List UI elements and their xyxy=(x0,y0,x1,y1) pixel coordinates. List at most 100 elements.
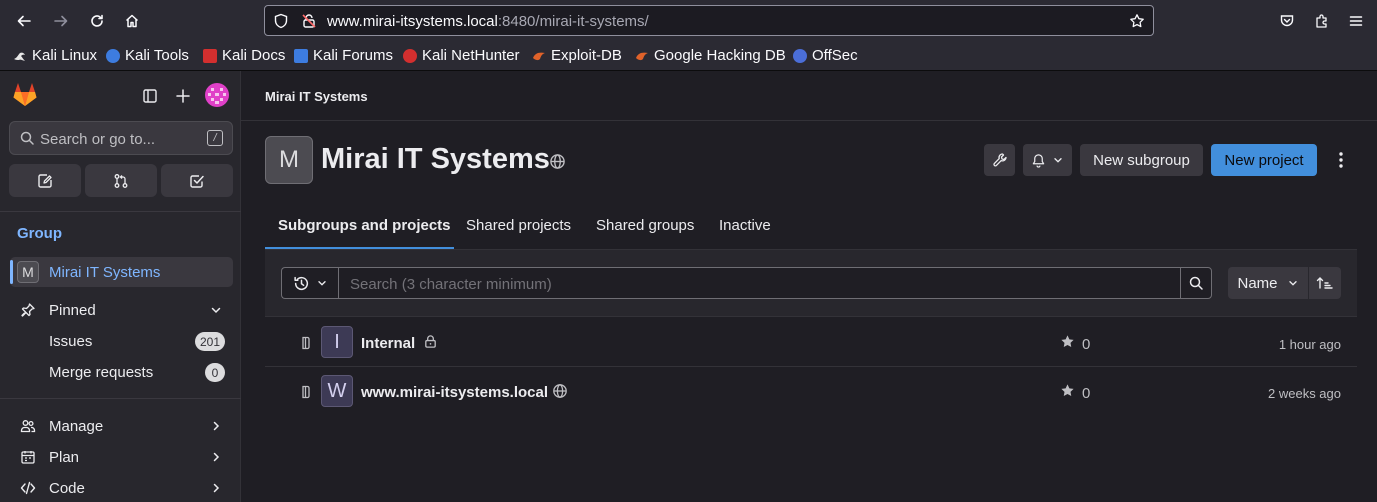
plus-icon xyxy=(176,89,190,103)
bookmarks-bar: Kali Linux Kali Tools Kali Docs Kali For… xyxy=(0,41,1377,71)
star-icon xyxy=(1060,334,1075,349)
project-name-link[interactable]: Internal xyxy=(361,335,415,352)
insecure-lock-icon[interactable] xyxy=(301,13,317,29)
bell-icon xyxy=(1032,153,1045,168)
tab-shared-projects[interactable]: Shared projects xyxy=(466,217,571,234)
chevron-down-icon xyxy=(1054,158,1062,163)
sidebar-current-group[interactable]: M Mirai IT Systems xyxy=(10,257,233,287)
ghdb-icon xyxy=(635,49,649,63)
shield-icon[interactable] xyxy=(273,13,289,29)
bookmark-kali-tools[interactable]: Kali Tools xyxy=(106,47,189,64)
sidebar-pinned-toggle[interactable]: Pinned xyxy=(10,295,233,325)
sidebar-toggle-icon xyxy=(143,89,157,103)
bookmark-kali-docs[interactable]: Kali Docs xyxy=(203,47,285,64)
list-item[interactable]: I Internal 0 1 hour ago xyxy=(265,318,1357,367)
bookmark-star-icon[interactable] xyxy=(1129,13,1145,29)
filter-search-input[interactable]: Search (3 character minimum) xyxy=(338,267,1181,299)
sidebar-item-plan[interactable]: Plan xyxy=(10,442,233,472)
menu-button[interactable] xyxy=(1343,8,1369,34)
globe-icon xyxy=(552,383,568,399)
code-icon xyxy=(20,480,36,496)
sidebar-search-input[interactable]: Search or go to... / xyxy=(9,121,233,155)
merge-requests-count-badge: 0 xyxy=(205,363,225,382)
notifications-dropdown[interactable] xyxy=(1023,144,1072,176)
sidebar-context-heading: Group xyxy=(17,225,62,242)
back-button[interactable] xyxy=(11,8,37,34)
updated-time: 1 hour ago xyxy=(1278,337,1341,352)
bookmark-kali-linux[interactable]: Kali Linux xyxy=(13,47,97,64)
puzzle-icon xyxy=(1316,14,1327,28)
user-avatar[interactable] xyxy=(205,83,229,107)
history-icon xyxy=(294,276,309,290)
more-actions-button[interactable] xyxy=(1333,151,1349,169)
project-avatar[interactable]: I xyxy=(321,326,353,358)
assigned-issues-button[interactable] xyxy=(9,164,81,197)
active-tab-indicator xyxy=(265,247,454,249)
url-text[interactable]: www.mirai-itsystems.local:8480/mirai-it-… xyxy=(327,13,649,30)
project-avatar[interactable]: W xyxy=(321,375,353,407)
tab-subgroups-and-projects[interactable]: Subgroups and projects xyxy=(278,217,451,234)
tab-inactive[interactable]: Inactive xyxy=(719,217,771,234)
bookmark-kali-nethunter[interactable]: Kali NetHunter xyxy=(403,47,520,64)
filter-search-button[interactable] xyxy=(1180,267,1212,299)
exploit-db-icon xyxy=(532,49,546,63)
chevron-down-icon xyxy=(209,303,223,317)
star-icon xyxy=(1060,383,1075,398)
search-icon xyxy=(19,130,35,146)
sidebar-item-code[interactable]: Code xyxy=(10,473,233,502)
kali-forums-icon xyxy=(294,48,308,63)
arrow-left-icon xyxy=(17,15,31,27)
url-bar[interactable]: www.mirai-itsystems.local:8480/mirai-it-… xyxy=(264,5,1154,36)
forward-button[interactable] xyxy=(48,8,74,34)
filter-bar: Search (3 character minimum) Name xyxy=(265,250,1357,317)
bookmark-exploit-db[interactable]: Exploit-DB xyxy=(532,47,622,64)
todo-list-button[interactable] xyxy=(161,164,233,197)
chevron-right-icon xyxy=(209,450,223,464)
nethunter-icon xyxy=(403,48,417,63)
sort-direction-button[interactable] xyxy=(1309,267,1341,299)
top-bar: Mirai IT Systems xyxy=(241,71,1377,121)
recent-searches-dropdown[interactable] xyxy=(281,267,339,299)
group-settings-button[interactable] xyxy=(984,144,1015,176)
breadcrumb[interactable]: Mirai IT Systems xyxy=(265,89,368,104)
list-item[interactable]: W www.mirai-itsystems.local 0 2 weeks ag… xyxy=(265,367,1357,416)
bookmark-google-hacking-db[interactable]: Google Hacking DB xyxy=(635,47,786,64)
new-subgroup-button[interactable]: New subgroup xyxy=(1080,144,1203,176)
home-button[interactable] xyxy=(119,8,145,34)
group-avatar: M xyxy=(265,136,313,184)
sidebar-item-merge-requests[interactable]: Merge requests 0 xyxy=(10,357,233,387)
sidebar-divider xyxy=(0,211,241,212)
pocket-button[interactable] xyxy=(1274,8,1300,34)
project-name-link[interactable]: www.mirai-itsystems.local xyxy=(361,384,548,401)
sidebar: Search or go to... / Group M Mirai IT Sy… xyxy=(0,71,241,502)
kali-docs-icon xyxy=(203,48,217,63)
reload-button[interactable] xyxy=(84,8,110,34)
chevron-down-icon xyxy=(318,281,326,286)
sidebar-item-issues[interactable]: Issues 201 xyxy=(10,326,233,356)
create-new-button[interactable] xyxy=(172,85,194,107)
merge-requests-button[interactable] xyxy=(85,164,157,197)
sidebar-item-manage[interactable]: Manage xyxy=(10,411,233,441)
star-count: 0 xyxy=(1082,385,1091,402)
users-icon xyxy=(20,418,36,434)
toggle-sidebar-button[interactable] xyxy=(139,85,161,107)
bookmark-offsec[interactable]: OffSec xyxy=(793,47,858,64)
page-title: Mirai IT Systems xyxy=(321,143,550,175)
chevron-down-icon xyxy=(1288,281,1297,286)
extensions-button[interactable] xyxy=(1309,8,1335,34)
reload-icon xyxy=(91,14,103,27)
kebab-icon xyxy=(1339,152,1343,168)
chevron-right-icon xyxy=(209,419,223,433)
gitlab-logo-icon[interactable] xyxy=(12,82,38,107)
tab-shared-groups[interactable]: Shared groups xyxy=(596,217,694,234)
main-content: Mirai IT Systems M Mirai IT Systems New … xyxy=(241,71,1377,502)
todo-icon xyxy=(190,174,204,188)
new-project-button[interactable]: New project xyxy=(1211,144,1317,176)
bookmark-kali-forums[interactable]: Kali Forums xyxy=(294,47,393,64)
sort-dropdown[interactable]: Name xyxy=(1228,267,1308,299)
plan-icon xyxy=(20,449,36,465)
active-indicator xyxy=(10,260,13,284)
search-icon xyxy=(1189,276,1203,290)
arrow-right-icon xyxy=(54,15,68,27)
browser-toolbar: www.mirai-itsystems.local:8480/mirai-it-… xyxy=(0,0,1377,41)
